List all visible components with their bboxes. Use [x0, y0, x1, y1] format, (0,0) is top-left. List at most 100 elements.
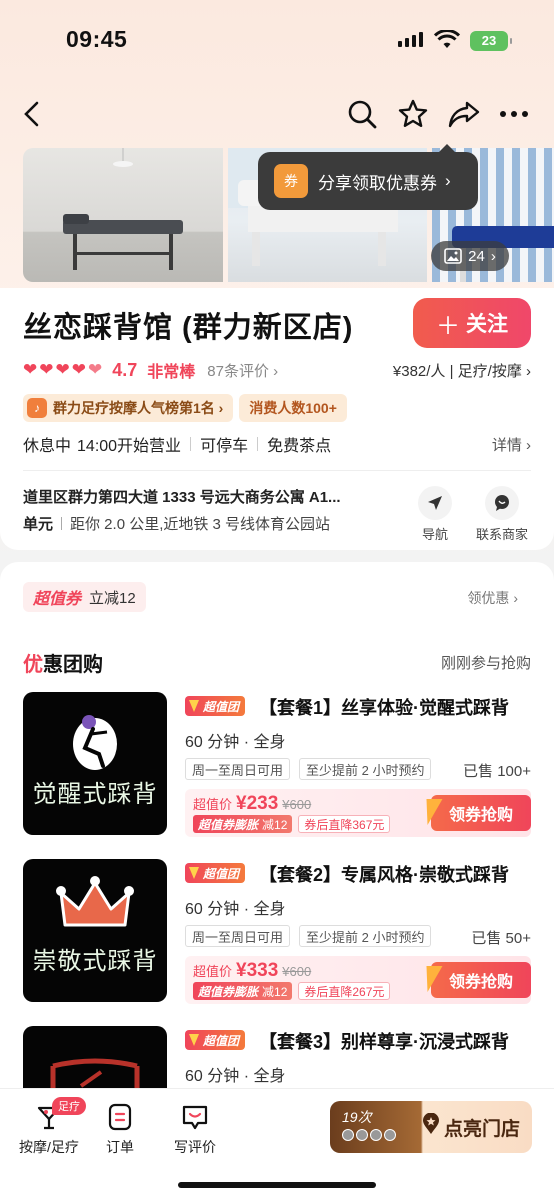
original-price: ¥600: [282, 964, 312, 979]
location-pin-icon: [422, 1112, 440, 1141]
address-distance-line[interactable]: 单元 距你 2.0 公里,近地铁 3 号线体育公园站: [23, 513, 330, 534]
crown-icon: [56, 876, 134, 927]
current-price: ¥233: [236, 793, 279, 814]
shop-photo[interactable]: [23, 148, 223, 282]
wifi-icon: [433, 29, 461, 55]
douyin-icon: ♪: [27, 398, 47, 418]
rating-label: 非常棒: [147, 364, 196, 381]
light-up-store-button[interactable]: 19次 点亮门店: [330, 1101, 532, 1153]
value-deal-badge: 超值团: [185, 863, 246, 883]
home-indicator: [178, 1182, 376, 1188]
business-status: 休息中: [23, 438, 72, 455]
deal-thumbnail: 觉醒式踩背: [23, 692, 167, 835]
contact-label: 联系商家: [475, 527, 528, 542]
heart-icon: ❤: [88, 360, 103, 379]
coupon-chip[interactable]: 超值券 立减12: [23, 582, 146, 612]
price-box: 超值价 ¥233 ¥600 超值券膨胀 减12 券后直降367元 领券抢购: [185, 789, 531, 837]
promo-count: 19次: [342, 1109, 372, 1125]
plus-icon: ＋: [436, 312, 460, 340]
review-count[interactable]: 87条评价 ›: [207, 360, 278, 381]
booking-chip: 至少提前 2 小时预约: [299, 925, 432, 947]
chevron-right-icon: ›: [490, 247, 496, 265]
order-icon: [105, 1103, 135, 1131]
price-label: 超值价: [193, 797, 233, 812]
rating-hearts: ❤ ❤ ❤ ❤ ❤: [23, 360, 102, 380]
tab-badge: 足疗: [52, 1097, 86, 1115]
thumbnail-text: 崇敬式踩背: [32, 947, 158, 975]
photo-count: 24: [468, 247, 485, 265]
address-line[interactable]: 道里区群力第四大道 1333 号远大商务公寓 A1...: [23, 486, 393, 507]
open-time: 14:00开始营业: [77, 438, 182, 455]
image-icon: [444, 248, 462, 264]
search-icon[interactable]: [344, 96, 380, 132]
consumer-count-tag: 消费人数100+: [239, 394, 347, 422]
tab-massage-label: 按摩/足疗: [19, 1139, 79, 1155]
coupon-boost-tag: 超值券膨胀 减12: [193, 982, 293, 1000]
deal-duration: 60 分钟 · 全身: [185, 1068, 286, 1085]
divider: [23, 470, 531, 471]
current-price: ¥333: [236, 960, 279, 981]
heart-icon: ❤: [23, 360, 38, 379]
tags-row: ♪ 群力足疗按摩人气榜第1名 › 消费人数100+: [23, 394, 347, 422]
deal-title: 【套餐3】别样尊享·沉浸式踩背: [259, 1032, 510, 1052]
heart-icon: ❤: [71, 360, 86, 379]
sold-count: 已售 50+: [471, 930, 531, 947]
heart-icon: ❤: [55, 360, 70, 379]
deal-item[interactable]: 崇敬式踩背 超值团 【套餐2】专属风格·崇敬式踩背 60 分钟 · 全身 周一至…: [23, 859, 531, 1004]
deals-title: 优惠团购: [23, 654, 103, 676]
follow-button[interactable]: ＋ 关注: [413, 298, 531, 348]
buy-button[interactable]: 领券抢购: [431, 962, 531, 998]
tab-review-label: 写评价: [174, 1139, 216, 1155]
tab-orders[interactable]: 订单: [100, 1103, 140, 1157]
more-icon[interactable]: [496, 96, 532, 132]
ranking-tag[interactable]: ♪ 群力足疗按摩人气榜第1名 ›: [23, 394, 234, 422]
availability-chip: 周一至周日可用: [185, 925, 291, 947]
get-coupon-link[interactable]: 领优惠 ›: [467, 588, 518, 608]
discount-tag: 券后直降267元: [298, 982, 391, 1000]
value-deal-badge: 超值团: [185, 696, 246, 716]
business-info-row[interactable]: 休息中 14:00开始营业 可停车 免费茶点 详情 ›: [23, 432, 531, 456]
battery-icon: 23: [470, 31, 512, 51]
star-icon[interactable]: [395, 96, 431, 132]
detail-link[interactable]: 详情 ›: [492, 434, 531, 455]
tab-review[interactable]: 写评价: [170, 1103, 220, 1157]
sold-count: 已售 100+: [463, 763, 531, 780]
share-icon[interactable]: [446, 96, 482, 132]
review-icon: [180, 1103, 210, 1131]
deal-title: 【套餐2】专属风格·崇敬式踩背: [259, 865, 510, 885]
address-unit: 单元: [23, 516, 54, 533]
follow-label: 关注: [466, 313, 508, 336]
photo-count-badge[interactable]: 24 ›: [431, 241, 509, 271]
share-tip-text: 分享领取优惠券: [318, 173, 437, 193]
rating-score: 4.7: [112, 359, 138, 380]
chevron-right-icon: ›: [445, 171, 451, 190]
back-icon[interactable]: [14, 96, 50, 132]
price-category[interactable]: ¥382/人 | 足疗/按摩 ›: [393, 360, 531, 381]
shop-info-card: 丝恋踩背馆 (群力新区店) ＋ 关注 ❤ ❤ ❤ ❤ ❤ 4.7 非常棒 87条…: [0, 288, 554, 550]
rating-row[interactable]: ❤ ❤ ❤ ❤ ❤ 4.7 非常棒 87条评价 › ¥382/人 | 足疗/按摩…: [23, 358, 531, 382]
tab-orders-label: 订单: [106, 1139, 134, 1155]
tea-info: 免费茶点: [267, 438, 332, 455]
discount-tag: 券后直降367元: [298, 815, 391, 833]
navigate-button[interactable]: 导航: [405, 486, 465, 543]
buy-button[interactable]: 领券抢购: [431, 795, 531, 831]
deal-duration: 60 分钟 · 全身: [185, 901, 286, 918]
top-nav: [0, 92, 554, 138]
share-coupon-tooltip[interactable]: 券 分享领取优惠券 ›: [258, 144, 478, 210]
coupon-icon: 券: [274, 164, 308, 198]
value-deal-badge: 超值团: [185, 1030, 246, 1050]
ranking-text: 群力足疗按摩人气榜第1名 ›: [53, 400, 224, 416]
availability-chip: 周一至周日可用: [185, 758, 291, 780]
coupon-chip-text: 立减12: [89, 589, 136, 607]
contact-button[interactable]: 联系商家: [472, 486, 532, 543]
avatar-group: [342, 1129, 396, 1141]
status-bar: 09:45 23: [0, 0, 554, 80]
price-box: 超值价 ¥333 ¥600 超值券膨胀 减12 券后直降267元 领券抢购: [185, 956, 531, 1004]
heart-icon: ❤: [39, 360, 54, 379]
group-deals-section: 超值券 立减12 领优惠 › 优惠团购 刚刚参与抢购 觉醒式踩背 超值团 【套餐…: [0, 562, 554, 1102]
deal-item[interactable]: 觉醒式踩背 超值团 【套餐1】丝享体验·觉醒式踩背 60 分钟 · 全身 周一至…: [23, 692, 531, 837]
original-price: ¥600: [282, 797, 312, 812]
coupon-boost-tag: 超值券膨胀 减12: [193, 815, 293, 833]
price-label: 超值价: [193, 964, 233, 979]
navigate-label: 导航: [421, 527, 448, 542]
